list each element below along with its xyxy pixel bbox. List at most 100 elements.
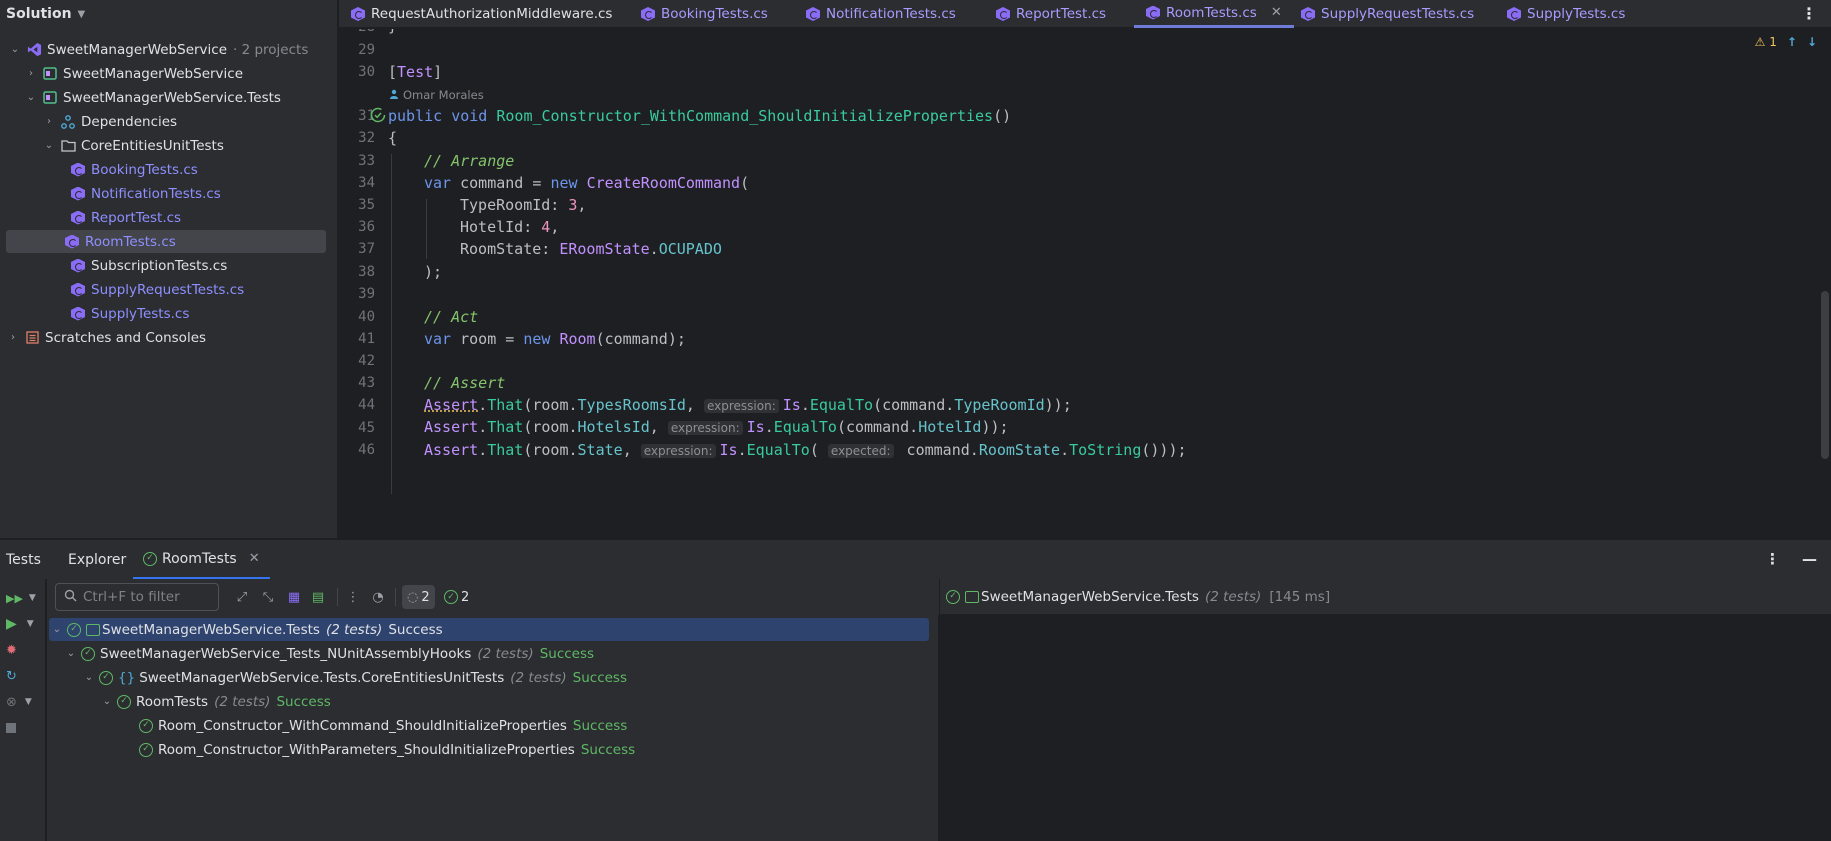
tree-item-folder[interactable]: ⌄ CoreEntitiesUnitTests xyxy=(42,134,380,157)
debug-button[interactable]: ✹ xyxy=(6,641,40,659)
tree-item-solution[interactable]: ⌄ SweetManagerWebService · 2 projects xyxy=(8,38,346,61)
next-highlight-icon[interactable]: ↓ xyxy=(1807,35,1817,49)
csharp-file-icon xyxy=(996,7,1010,21)
chevron-down-icon[interactable]: ⌄ xyxy=(8,44,22,55)
tree-item-dependencies[interactable]: › Dependencies xyxy=(42,110,380,133)
code-token: Assert xyxy=(424,441,479,459)
tab-room-tests-session[interactable]: ✓ RoomTests ✕ xyxy=(133,540,270,580)
tab-supply-request-tests[interactable]: SupplyRequestTests.cs xyxy=(1301,0,1474,28)
collapse-all-icon[interactable]: ⤡ xyxy=(259,588,277,606)
code-token: ( xyxy=(809,441,828,459)
filter-input[interactable] xyxy=(83,589,211,605)
test-tree-row[interactable]: ✓ Room_Constructor_WithCommand_ShouldIni… xyxy=(139,714,627,737)
minimize-icon[interactable]: — xyxy=(1802,550,1817,568)
more-options-icon[interactable]: ⋮ xyxy=(1801,4,1817,23)
chevron-down-icon[interactable]: ⌄ xyxy=(65,648,77,659)
tree-item-project[interactable]: › SweetManagerWebService xyxy=(24,62,362,85)
close-icon[interactable]: ✕ xyxy=(249,551,260,566)
code-editor[interactable]: 28 29 30 31 32 33 34 35 36 37 38 39 40 4… xyxy=(339,29,1831,538)
close-icon[interactable]: ✕ xyxy=(1271,5,1282,20)
chevron-right-icon[interactable]: › xyxy=(24,68,38,79)
editor-scrollbar[interactable] xyxy=(1821,291,1829,459)
csharp-file-icon xyxy=(806,7,820,21)
previous-highlight-icon[interactable]: ↑ xyxy=(1787,35,1797,49)
filter-field[interactable] xyxy=(55,583,219,611)
tab-notification-tests[interactable]: NotificationTests.cs xyxy=(806,0,956,28)
group-by-icon[interactable]: ▦ xyxy=(285,588,303,606)
tree-item-label: Scratches and Consoles xyxy=(45,329,207,346)
tab-label: RequestAuthorizationMiddleware.cs xyxy=(371,6,613,22)
more-options-icon[interactable]: ⋮ xyxy=(344,588,362,606)
code-token: () xyxy=(993,107,1012,125)
rerun-button[interactable]: ↻ xyxy=(6,667,40,685)
line-number: 28 xyxy=(339,29,375,35)
code-line-31: public void Room_Constructor_WithCommand… xyxy=(388,107,1011,125)
code-line-46: Assert.That(room.State, expression: Is.Eq… xyxy=(424,441,1187,459)
chevron-down-icon[interactable]: ▼ xyxy=(29,593,36,603)
tree-item-label: SubscriptionTests.cs xyxy=(91,257,228,274)
tab-explorer[interactable]: Explorer xyxy=(68,540,126,580)
tree-item-file-selected[interactable]: RoomTests.cs xyxy=(6,230,326,253)
tab-label: RoomTests xyxy=(162,550,237,567)
code-token: , xyxy=(577,196,587,214)
code-token: TypeRoomId xyxy=(954,396,1045,414)
inspection-widget[interactable]: ⚠ 1 ↑ ↓ xyxy=(1755,35,1817,49)
filter-passed-toggle[interactable]: ✓ 2 xyxy=(439,585,474,609)
cancel-run-button[interactable]: ⊗ ▼ xyxy=(6,693,40,711)
more-options-icon[interactable]: ⋮ xyxy=(1765,550,1780,568)
test-tree-row[interactable]: ✓ Room_Constructor_WithParameters_Should… xyxy=(139,738,635,761)
code-token: { xyxy=(388,129,398,147)
chevron-right-icon[interactable]: › xyxy=(6,332,20,343)
tab-booking-tests[interactable]: BookingTests.cs xyxy=(641,0,768,28)
filter-ignored-toggle[interactable]: ◌ 2 xyxy=(402,585,435,609)
author-name: Omar Morales xyxy=(403,88,484,102)
code-line-34: var command = new CreateRoomCommand( xyxy=(424,174,749,192)
warning-icon[interactable]: ⚠ 1 xyxy=(1755,35,1777,49)
tab-request-authorization-middleware[interactable]: RequestAuthorizationMiddleware.cs xyxy=(351,0,612,28)
code-line-41: var room = new Room(command); xyxy=(424,330,686,348)
tab-room-tests[interactable]: RoomTests.cs ✕ xyxy=(1134,0,1294,28)
tree-item-scratches[interactable]: › Scratches and Consoles xyxy=(6,326,344,349)
tab-tests[interactable]: Tests xyxy=(6,540,41,580)
code-token: , xyxy=(649,418,668,436)
tab-report-test[interactable]: ReportTest.cs xyxy=(996,0,1106,28)
chevron-right-icon[interactable]: › xyxy=(42,116,56,127)
test-tree-row[interactable]: ⌄ ✓ SweetManagerWebService.Tests (2 test… xyxy=(49,618,929,641)
chevron-down-icon[interactable]: ▼ xyxy=(78,9,86,20)
test-tree-row[interactable]: ⌄ ✓ {} SweetManagerWebService.Tests.Core… xyxy=(83,666,627,689)
tab-supply-tests[interactable]: SupplyTests.cs xyxy=(1507,0,1625,28)
expand-all-icon[interactable]: ⤢ xyxy=(233,588,251,606)
code-vision-author[interactable]: Omar Morales xyxy=(389,88,484,102)
test-tree-row[interactable]: ⌄ ✓ SweetManagerWebService_Tests_NUnitAs… xyxy=(65,642,594,665)
chevron-down-icon[interactable]: ⌄ xyxy=(51,624,63,635)
chevron-down-icon[interactable]: ▼ xyxy=(25,697,32,707)
chevron-down-icon[interactable]: ⌄ xyxy=(83,672,95,683)
tree-item-test-project[interactable]: ⌄ SweetManagerWebService.Tests xyxy=(24,86,362,109)
test-tree-row[interactable]: ⌄ ✓ RoomTests (2 tests) Success xyxy=(101,690,331,713)
track-running-test-icon[interactable]: ◔ xyxy=(369,588,387,606)
run-all-button[interactable]: ▶▶ ▼ xyxy=(6,589,40,607)
csharp-file-icon xyxy=(64,234,80,250)
toolbar-divider xyxy=(337,588,338,606)
chevron-down-icon[interactable]: ⌄ xyxy=(101,696,113,707)
test-output-panel[interactable]: ✓ SweetManagerWebService.Tests (2 tests)… xyxy=(940,579,1831,841)
chevron-down-icon[interactable]: ⌄ xyxy=(24,92,38,103)
code-token: )); xyxy=(1044,396,1072,414)
chevron-down-icon[interactable]: ⌄ xyxy=(42,140,56,151)
code-token: (command. xyxy=(873,396,955,414)
test-passed-gutter-icon[interactable] xyxy=(370,107,386,127)
stop-button[interactable] xyxy=(6,719,40,737)
line-number: 44 xyxy=(358,397,375,413)
line-number: 34 xyxy=(358,175,375,191)
run-button[interactable]: ▶ ▼ xyxy=(6,615,40,633)
solution-header[interactable]: Solution ▼ xyxy=(0,0,337,28)
export-icon[interactable]: ▤ xyxy=(309,588,327,606)
code-token: (room. xyxy=(523,441,578,459)
stop-icon xyxy=(6,723,16,733)
output-session-label: SweetManagerWebService.Tests xyxy=(981,588,1199,605)
code-token: TypeRoomId: xyxy=(460,196,569,214)
csharp-file-icon xyxy=(70,282,86,298)
chevron-down-icon[interactable]: ▼ xyxy=(27,619,34,629)
code-token: ToString xyxy=(1069,441,1142,459)
tab-label: RoomTests.cs xyxy=(1166,4,1257,21)
